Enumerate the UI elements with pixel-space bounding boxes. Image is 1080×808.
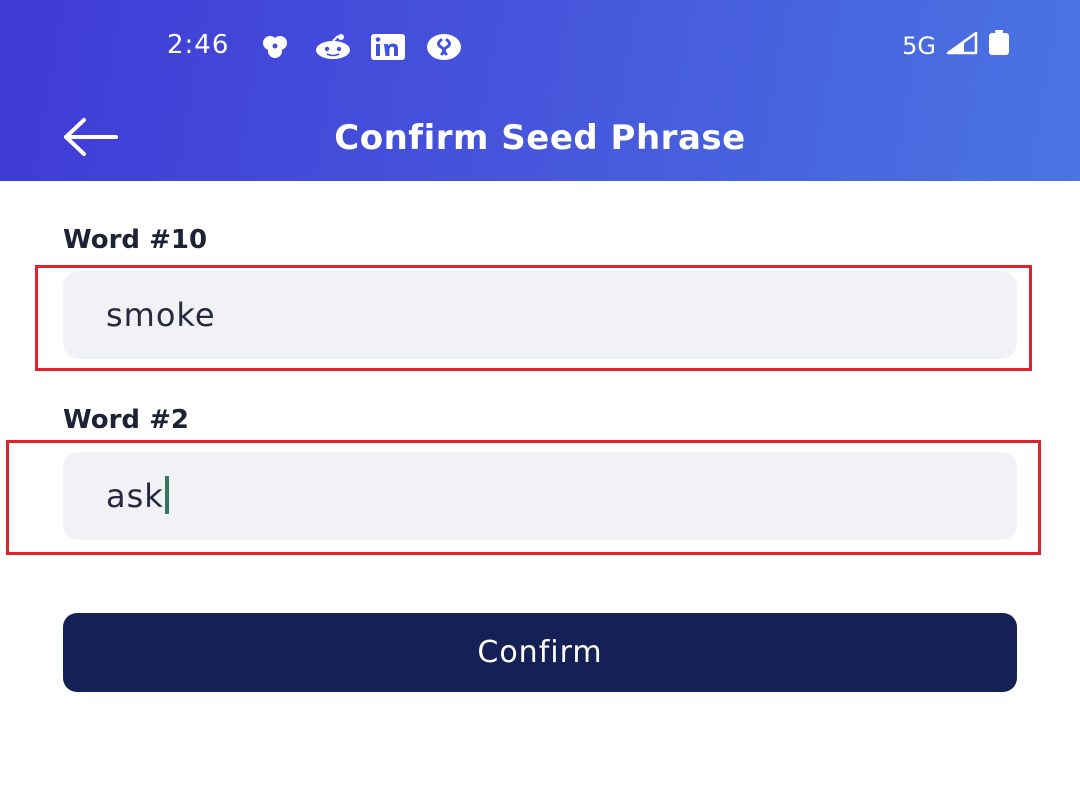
reddit-icon — [314, 33, 350, 61]
page-title: Confirm Seed Phrase — [334, 118, 746, 158]
pinwheel-icon — [258, 33, 294, 61]
network-type: 5G — [902, 32, 936, 60]
word-10-input[interactable]: smoke — [63, 271, 1017, 359]
shazam-icon — [426, 33, 462, 61]
signal-icon — [946, 31, 978, 61]
notification-icons — [258, 33, 462, 61]
confirm-button[interactable]: Confirm — [63, 613, 1017, 692]
text-caret — [164, 476, 169, 514]
word-2-label: Word #2 — [63, 405, 189, 435]
status-time: 2:46 — [167, 30, 230, 60]
battery-icon — [988, 30, 1010, 62]
linkedin-icon — [370, 33, 406, 61]
word-2-value: ask — [106, 477, 164, 515]
word-10-value: smoke — [106, 296, 216, 334]
system-status: 5G — [902, 30, 1010, 62]
word-2-input[interactable]: ask — [63, 452, 1017, 540]
app-header: 2:46 5G Confirm Seed Phrase — [0, 0, 1080, 181]
word-10-label: Word #10 — [63, 225, 208, 255]
